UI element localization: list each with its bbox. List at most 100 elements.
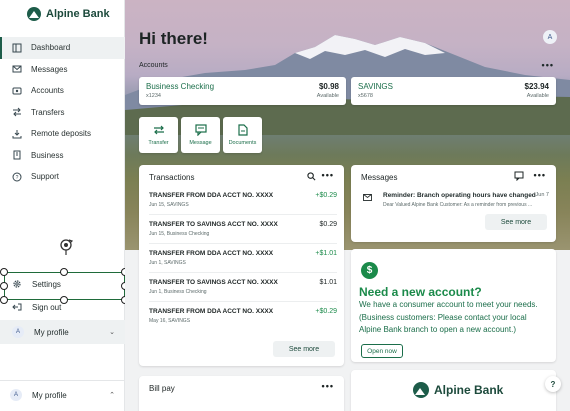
- sidebar-item-label: Accounts: [31, 86, 64, 96]
- card-title: Bill pay: [149, 384, 175, 393]
- messages-card: Messages ••• Reminder: Branch operating …: [351, 165, 556, 242]
- transaction-description: TRANSFER TO SAVINGS ACCT NO. XXXX: [149, 279, 278, 286]
- resize-handle[interactable]: [0, 268, 8, 276]
- bottom-profile-menu[interactable]: A My profile ⌃: [0, 380, 125, 409]
- sidebar-item-business[interactable]: Business: [0, 145, 125, 167]
- more-options-icon[interactable]: •••: [534, 170, 546, 180]
- transaction-amount: $1.01: [319, 279, 337, 286]
- sidebar-item-sign-out[interactable]: Sign out: [12, 302, 61, 312]
- message-item[interactable]: Reminder: Branch operating hours have ch…: [361, 190, 549, 212]
- brand-name: Alpine Bank: [46, 8, 110, 20]
- sidebar-item-support[interactable]: ? Support: [0, 166, 125, 188]
- transaction-description: TRANSFER FROM DDA ACCT NO. XXXX: [149, 250, 274, 257]
- message-preview: Dear Valued Alpine Bank Customer: As a r…: [383, 202, 533, 208]
- transfer-icon: [12, 107, 22, 117]
- accounts-section-label: Accounts: [139, 62, 168, 69]
- help-button[interactable]: ?: [545, 376, 561, 392]
- quick-action-message[interactable]: Message: [181, 117, 220, 153]
- quick-action-label: Transfer: [148, 140, 169, 146]
- table-row[interactable]: TRANSFER FROM DDA ACCT NO. XXXX Jun 1, S…: [149, 244, 337, 273]
- avatar[interactable]: A: [543, 30, 557, 44]
- search-icon[interactable]: [307, 172, 316, 181]
- table-row[interactable]: TRANSFER FROM DDA ACCT NO. XXXX Jun 15, …: [149, 186, 337, 215]
- brand-logo[interactable]: Alpine Bank: [27, 7, 110, 21]
- transaction-amount: +$0.29: [315, 308, 337, 315]
- account-name: SAVINGS: [358, 82, 393, 91]
- account-balance: $0.98: [318, 82, 339, 91]
- chevron-down-icon: ⌄: [109, 329, 115, 336]
- open-now-button[interactable]: Open now: [361, 344, 403, 358]
- avatar: A: [10, 389, 22, 401]
- table-row[interactable]: TRANSFER TO SAVINGS ACCT NO. XXXX Jun 1,…: [149, 273, 337, 302]
- account-name: Business Checking: [146, 82, 215, 91]
- transactions-card: Transactions ••• TRANSFER FROM DDA ACCT …: [139, 165, 344, 366]
- account-card[interactable]: Business Checking x1234 $0.98 Available: [139, 77, 346, 105]
- more-options-icon[interactable]: •••: [322, 381, 334, 391]
- svg-text:?: ?: [16, 175, 19, 181]
- sidebar-item-label: Business: [31, 150, 64, 160]
- resize-handle[interactable]: [60, 268, 68, 276]
- document-icon: [237, 124, 248, 136]
- promo-body: We have a consumer account to meet your …: [359, 300, 538, 334]
- sidebar-item-remote-deposits[interactable]: Remote deposits: [0, 123, 125, 145]
- sidebar-item-label: Settings: [32, 279, 61, 289]
- transactions-see-more-button[interactable]: See more: [273, 341, 335, 357]
- quick-action-documents[interactable]: Documents: [223, 117, 262, 153]
- sidebar-item-accounts[interactable]: Accounts: [0, 80, 125, 102]
- compose-message-icon[interactable]: [514, 171, 524, 181]
- transaction-meta: May 16, SAVINGS: [149, 318, 191, 324]
- transaction-amount: $0.29: [319, 221, 337, 228]
- profile-label: My profile: [34, 327, 69, 337]
- quick-action-transfer[interactable]: Transfer: [139, 117, 178, 153]
- card-title: Messages: [361, 173, 398, 182]
- avatar: A: [12, 326, 24, 338]
- table-row[interactable]: TRANSFER TO SAVINGS ACCT NO. XXXX Jun 15…: [149, 215, 337, 244]
- sidebar-item-label: Remote deposits: [31, 129, 92, 139]
- transaction-description: TRANSFER TO SAVINGS ACCT NO. XXXX: [149, 221, 278, 228]
- messages-see-more-button[interactable]: See more: [485, 214, 547, 230]
- sidebar-item-dashboard[interactable]: Dashboard: [0, 37, 125, 59]
- brand-logo: Alpine Bank: [413, 382, 503, 398]
- resize-handle[interactable]: [0, 296, 8, 304]
- more-options-icon[interactable]: •••: [542, 60, 554, 70]
- transaction-meta: Jun 15, Business Checking: [149, 231, 210, 237]
- card-title: Transactions: [149, 173, 195, 182]
- chevron-up-icon: ⌃: [109, 392, 115, 399]
- transaction-amount: +$0.29: [315, 192, 337, 199]
- sidebar-item-settings[interactable]: Settings: [12, 279, 61, 289]
- transfer-icon: [153, 125, 164, 135]
- page-title: Hi there!: [139, 29, 208, 48]
- account-balance: $23.94: [524, 82, 549, 91]
- balance-label: Available: [526, 93, 549, 99]
- logo-mountain-icon: [413, 382, 429, 398]
- brand-card: Alpine Bank: [351, 370, 556, 411]
- promo-title: Need a new account?: [359, 285, 482, 299]
- sidebar-item-transfers[interactable]: Transfers: [0, 102, 125, 124]
- brand-name: Alpine Bank: [434, 383, 504, 397]
- accounts-icon: [12, 86, 22, 96]
- gear-icon: [12, 279, 22, 289]
- sign-out-icon: [12, 302, 22, 312]
- profile-menu[interactable]: A My profile ⌄: [0, 320, 125, 344]
- quick-action-label: Documents: [228, 140, 257, 146]
- table-row[interactable]: TRANSFER FROM DDA ACCT NO. XXXX May 16, …: [149, 302, 337, 331]
- sidebar-item-label: Dashboard: [31, 43, 71, 53]
- chat-icon: [194, 124, 207, 136]
- bill-pay-card: Bill pay •••: [139, 376, 344, 411]
- main-content: Hi there! A Accounts ••• Business Checki…: [125, 0, 570, 411]
- account-number: x1234: [146, 93, 161, 99]
- message-subject: Reminder: Branch operating hours have ch…: [383, 192, 536, 199]
- account-card[interactable]: SAVINGS x5678 $23.94 Available: [351, 77, 556, 105]
- promo-card: $ Need a new account? We have a consumer…: [351, 249, 556, 362]
- dollar-icon: $: [361, 262, 378, 279]
- dashboard-icon: [12, 43, 22, 53]
- sidebar-item-label: Messages: [31, 64, 68, 74]
- resize-handle[interactable]: [0, 282, 8, 290]
- balance-label: Available: [316, 93, 339, 99]
- transaction-meta: Jun 1, Business Checking: [149, 289, 207, 295]
- transaction-meta: Jun 1, SAVINGS: [149, 260, 186, 266]
- sidebar-item-label: Transfers: [31, 107, 65, 117]
- rotate-handle-icon[interactable]: [57, 237, 75, 255]
- sidebar-item-messages[interactable]: Messages: [0, 59, 125, 81]
- more-options-icon[interactable]: •••: [322, 170, 334, 180]
